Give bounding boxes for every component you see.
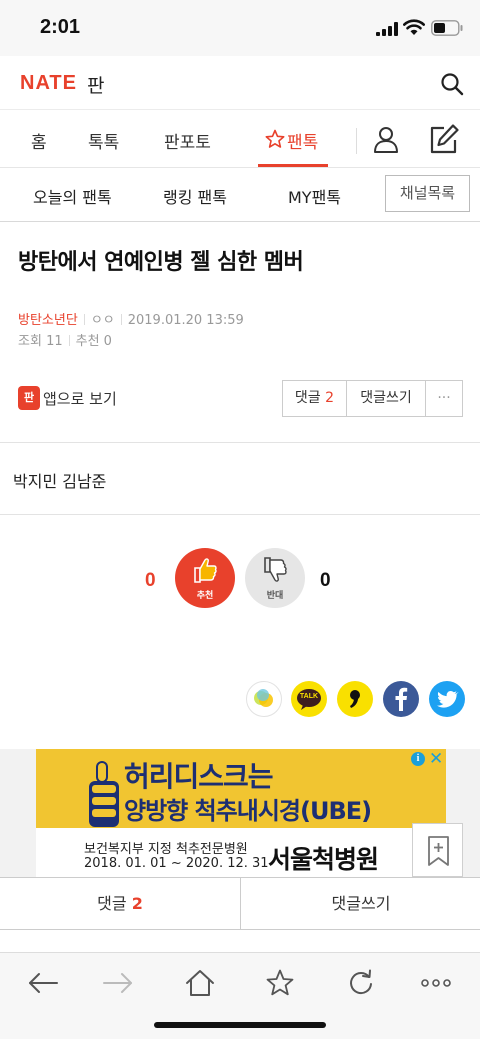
sub-nav: 오늘의 팬톡 랭킹 팬톡 MY팬톡 채널목록: [0, 168, 480, 222]
views-count: 11: [46, 334, 63, 349]
pan-app-icon: 판: [18, 386, 40, 410]
oppose-label: 반대: [266, 591, 284, 601]
search-icon[interactable]: [440, 72, 464, 96]
recommend-label: 추천: [75, 334, 100, 349]
comment-bar: 댓글 2 댓글쓰기: [0, 877, 480, 930]
tab-toktok[interactable]: 톡톡: [88, 128, 119, 153]
home-indicator: [154, 1022, 326, 1028]
recommend-button[interactable]: 추천: [175, 548, 235, 608]
nickname: ㅇㅇ: [90, 313, 115, 328]
status-time: 2:01: [40, 16, 81, 38]
quote-icon[interactable]: [337, 681, 373, 717]
article-title: 방탄에서 연예인병 젤 심한 멤버: [18, 250, 304, 275]
divider: [0, 514, 480, 515]
thumbs-down-icon: [264, 557, 287, 582]
ad-banner[interactable]: 허리디스크는 양방향 척추내시경(UBE) 보건복지부 지정 척추전문병원 20…: [36, 749, 446, 877]
ad-info-icon[interactable]: i: [411, 752, 425, 766]
ad-close-icon[interactable]: ✕: [429, 749, 443, 769]
ad-line-1: 보건복지부 지정 척추전문병원: [84, 842, 248, 857]
more-options-button[interactable]: ···: [426, 381, 462, 416]
write-icon[interactable]: [428, 123, 460, 155]
main-nav: 홈 톡톡 판포토 팬톡: [0, 110, 480, 168]
user-icon[interactable]: [372, 125, 400, 153]
active-tab-indicator: [258, 164, 328, 167]
thumbs-up-icon: [194, 558, 217, 583]
back-icon[interactable]: [27, 969, 59, 997]
comment-count-button[interactable]: 댓글 2: [283, 381, 346, 416]
pan-service-title[interactable]: 판: [87, 71, 104, 98]
write-comment-bottom-button[interactable]: 댓글쓰기: [241, 878, 480, 929]
site-header: NATE 판: [0, 56, 480, 110]
facebook-icon[interactable]: [383, 681, 419, 717]
ad-headline-1: 허리디스크는: [124, 760, 274, 793]
divider: [0, 442, 480, 443]
post-date: 2019.01.20 13:59: [127, 313, 244, 328]
kakao-story-icon[interactable]: [246, 681, 282, 717]
tab-fantok[interactable]: 팬톡: [287, 128, 318, 153]
battery-icon: [431, 20, 463, 36]
home-icon[interactable]: [184, 969, 216, 997]
oppose-button[interactable]: 반대: [245, 548, 305, 608]
sub-nav-my[interactable]: MY팬톡: [288, 184, 341, 208]
talk-text: TALK: [299, 693, 319, 700]
star-icon: [265, 129, 285, 148]
ad-thumbs-up-illustration: [89, 761, 119, 827]
ad-line-2: 2018. 01. 01 ~ 2020. 12. 31: [84, 856, 269, 871]
tab-home[interactable]: 홈: [31, 128, 47, 153]
twitter-icon[interactable]: [429, 681, 465, 717]
bookmark-star-icon[interactable]: [264, 969, 296, 997]
forward-icon[interactable]: [102, 969, 134, 997]
channel-list-button[interactable]: 채널목록: [385, 175, 470, 212]
ad-hospital-name: 서울척병원: [268, 845, 379, 874]
write-comment-button[interactable]: 댓글쓰기: [347, 381, 425, 416]
sub-nav-ranking[interactable]: 랭킹 팬톡: [163, 184, 227, 208]
bookmark-add-button[interactable]: [412, 823, 463, 877]
open-in-app-label: 앱으로 보기: [43, 390, 117, 408]
comments-button[interactable]: 댓글 2: [0, 878, 240, 929]
nav-divider: [356, 128, 357, 154]
article-body: 박지민 김남준: [13, 472, 107, 491]
signal-icon: [376, 22, 398, 36]
views-label: 조회: [18, 334, 42, 349]
article-stats: 조회 11 추천 0: [18, 330, 112, 349]
up-vote-count: 0: [145, 570, 156, 591]
reload-icon[interactable]: [345, 969, 377, 997]
nate-logo[interactable]: NATE: [20, 72, 77, 95]
recommend-label: 추천: [196, 591, 214, 601]
bookmark-plus-icon: [428, 836, 449, 866]
wifi-icon: [403, 19, 425, 35]
sub-nav-today[interactable]: 오늘의 팬톡: [33, 184, 112, 208]
kakao-talk-icon[interactable]: TALK: [291, 681, 327, 717]
ad-headline-2: 양방향 척추내시경(UBE): [124, 797, 372, 825]
ad-area: 허리디스크는 양방향 척추내시경(UBE) 보건복지부 지정 척추전문병원 20…: [0, 749, 480, 877]
article-actions: 댓글 2 댓글쓰기 ···: [282, 380, 463, 417]
down-vote-count: 0: [320, 570, 331, 591]
article-meta: 방탄소년단 ㅇㅇ 2019.01.20 13:59: [18, 309, 244, 328]
tab-pan-photo[interactable]: 판포토: [164, 128, 211, 153]
recommend-count: 0: [103, 334, 112, 349]
author-link[interactable]: 방탄소년단: [18, 313, 78, 328]
more-icon[interactable]: [420, 969, 452, 997]
status-bar: 2:01: [0, 0, 480, 56]
